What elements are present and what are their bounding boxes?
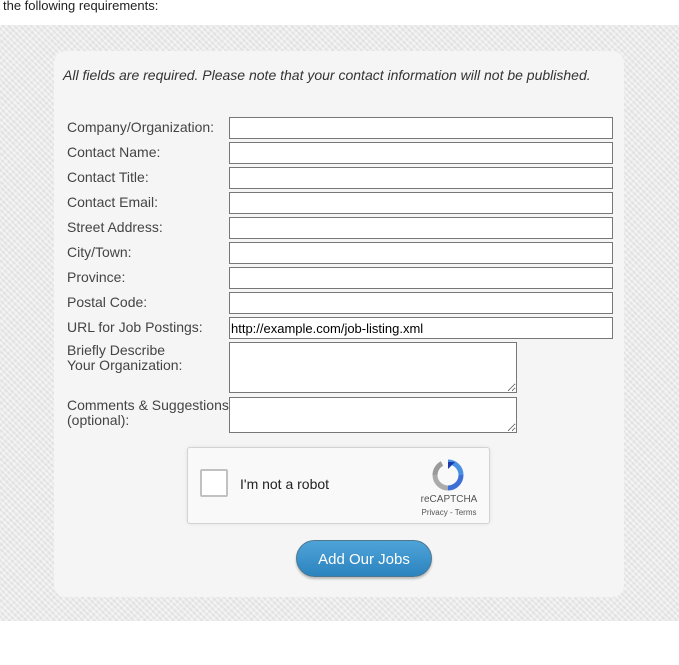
add-our-jobs-button[interactable]: Add Our Jobs bbox=[296, 540, 432, 577]
comments-label-line1: Comments & Suggestions bbox=[67, 397, 229, 413]
field-row-contact-email: Contact Email: bbox=[67, 192, 613, 214]
describe-label: Briefly Describe Your Organization: bbox=[67, 343, 182, 373]
field-row-city: City/Town: bbox=[67, 242, 613, 264]
recaptcha-widget: I'm not a robot reCAPTCHA Privacy - Term… bbox=[187, 447, 490, 524]
field-row-contact-name: Contact Name: bbox=[67, 142, 613, 164]
describe-label-line2: Your Organization: bbox=[67, 357, 183, 373]
recaptcha-privacy-terms-link[interactable]: Privacy - Terms bbox=[410, 508, 488, 517]
field-row-describe: Briefly Describe Your Organization: bbox=[67, 342, 612, 394]
recaptcha-checkbox[interactable] bbox=[200, 469, 228, 497]
company-label: Company/Organization: bbox=[67, 119, 215, 135]
street-address-label: Street Address: bbox=[67, 219, 163, 235]
province-input[interactable] bbox=[229, 267, 613, 289]
postal-code-label: Postal Code: bbox=[67, 294, 148, 310]
recaptcha-label: I'm not a robot bbox=[240, 476, 330, 492]
describe-textarea[interactable] bbox=[229, 342, 517, 393]
contact-title-label: Contact Title: bbox=[67, 169, 149, 185]
comments-textarea[interactable] bbox=[229, 397, 517, 433]
contact-name-label: Contact Name: bbox=[67, 144, 161, 160]
field-row-contact-title: Contact Title: bbox=[67, 167, 613, 189]
contact-title-input[interactable] bbox=[229, 167, 613, 189]
field-row-job-url: URL for Job Postings: bbox=[67, 317, 613, 339]
recaptcha-logo-icon bbox=[432, 459, 464, 491]
job-url-input[interactable] bbox=[229, 317, 613, 339]
province-label: Province: bbox=[67, 269, 126, 285]
required-fields-note: All fields are required. Please note tha… bbox=[63, 67, 591, 83]
city-label: City/Town: bbox=[67, 244, 132, 260]
field-row-street-address: Street Address: bbox=[67, 217, 613, 239]
city-input[interactable] bbox=[229, 242, 613, 264]
field-row-comments: Comments & Suggestions (optional): bbox=[67, 397, 612, 434]
comments-label-line2: (optional): bbox=[67, 412, 130, 428]
contact-email-label: Contact Email: bbox=[67, 194, 159, 210]
street-address-input[interactable] bbox=[229, 217, 613, 239]
intro-text: the following requirements: bbox=[3, 0, 159, 13]
describe-label-line1: Briefly Describe bbox=[67, 342, 166, 358]
contact-email-input[interactable] bbox=[229, 192, 613, 214]
field-row-postal-code: Postal Code: bbox=[67, 292, 613, 314]
postal-code-input[interactable] bbox=[229, 292, 613, 314]
company-input[interactable] bbox=[229, 117, 613, 139]
recaptcha-brand: reCAPTCHA bbox=[420, 494, 478, 505]
contact-name-input[interactable] bbox=[229, 142, 613, 164]
field-row-province: Province: bbox=[67, 267, 613, 289]
field-row-company: Company/Organization: bbox=[67, 117, 613, 139]
job-url-label: URL for Job Postings: bbox=[67, 319, 203, 335]
comments-label: Comments & Suggestions (optional): bbox=[67, 398, 229, 428]
